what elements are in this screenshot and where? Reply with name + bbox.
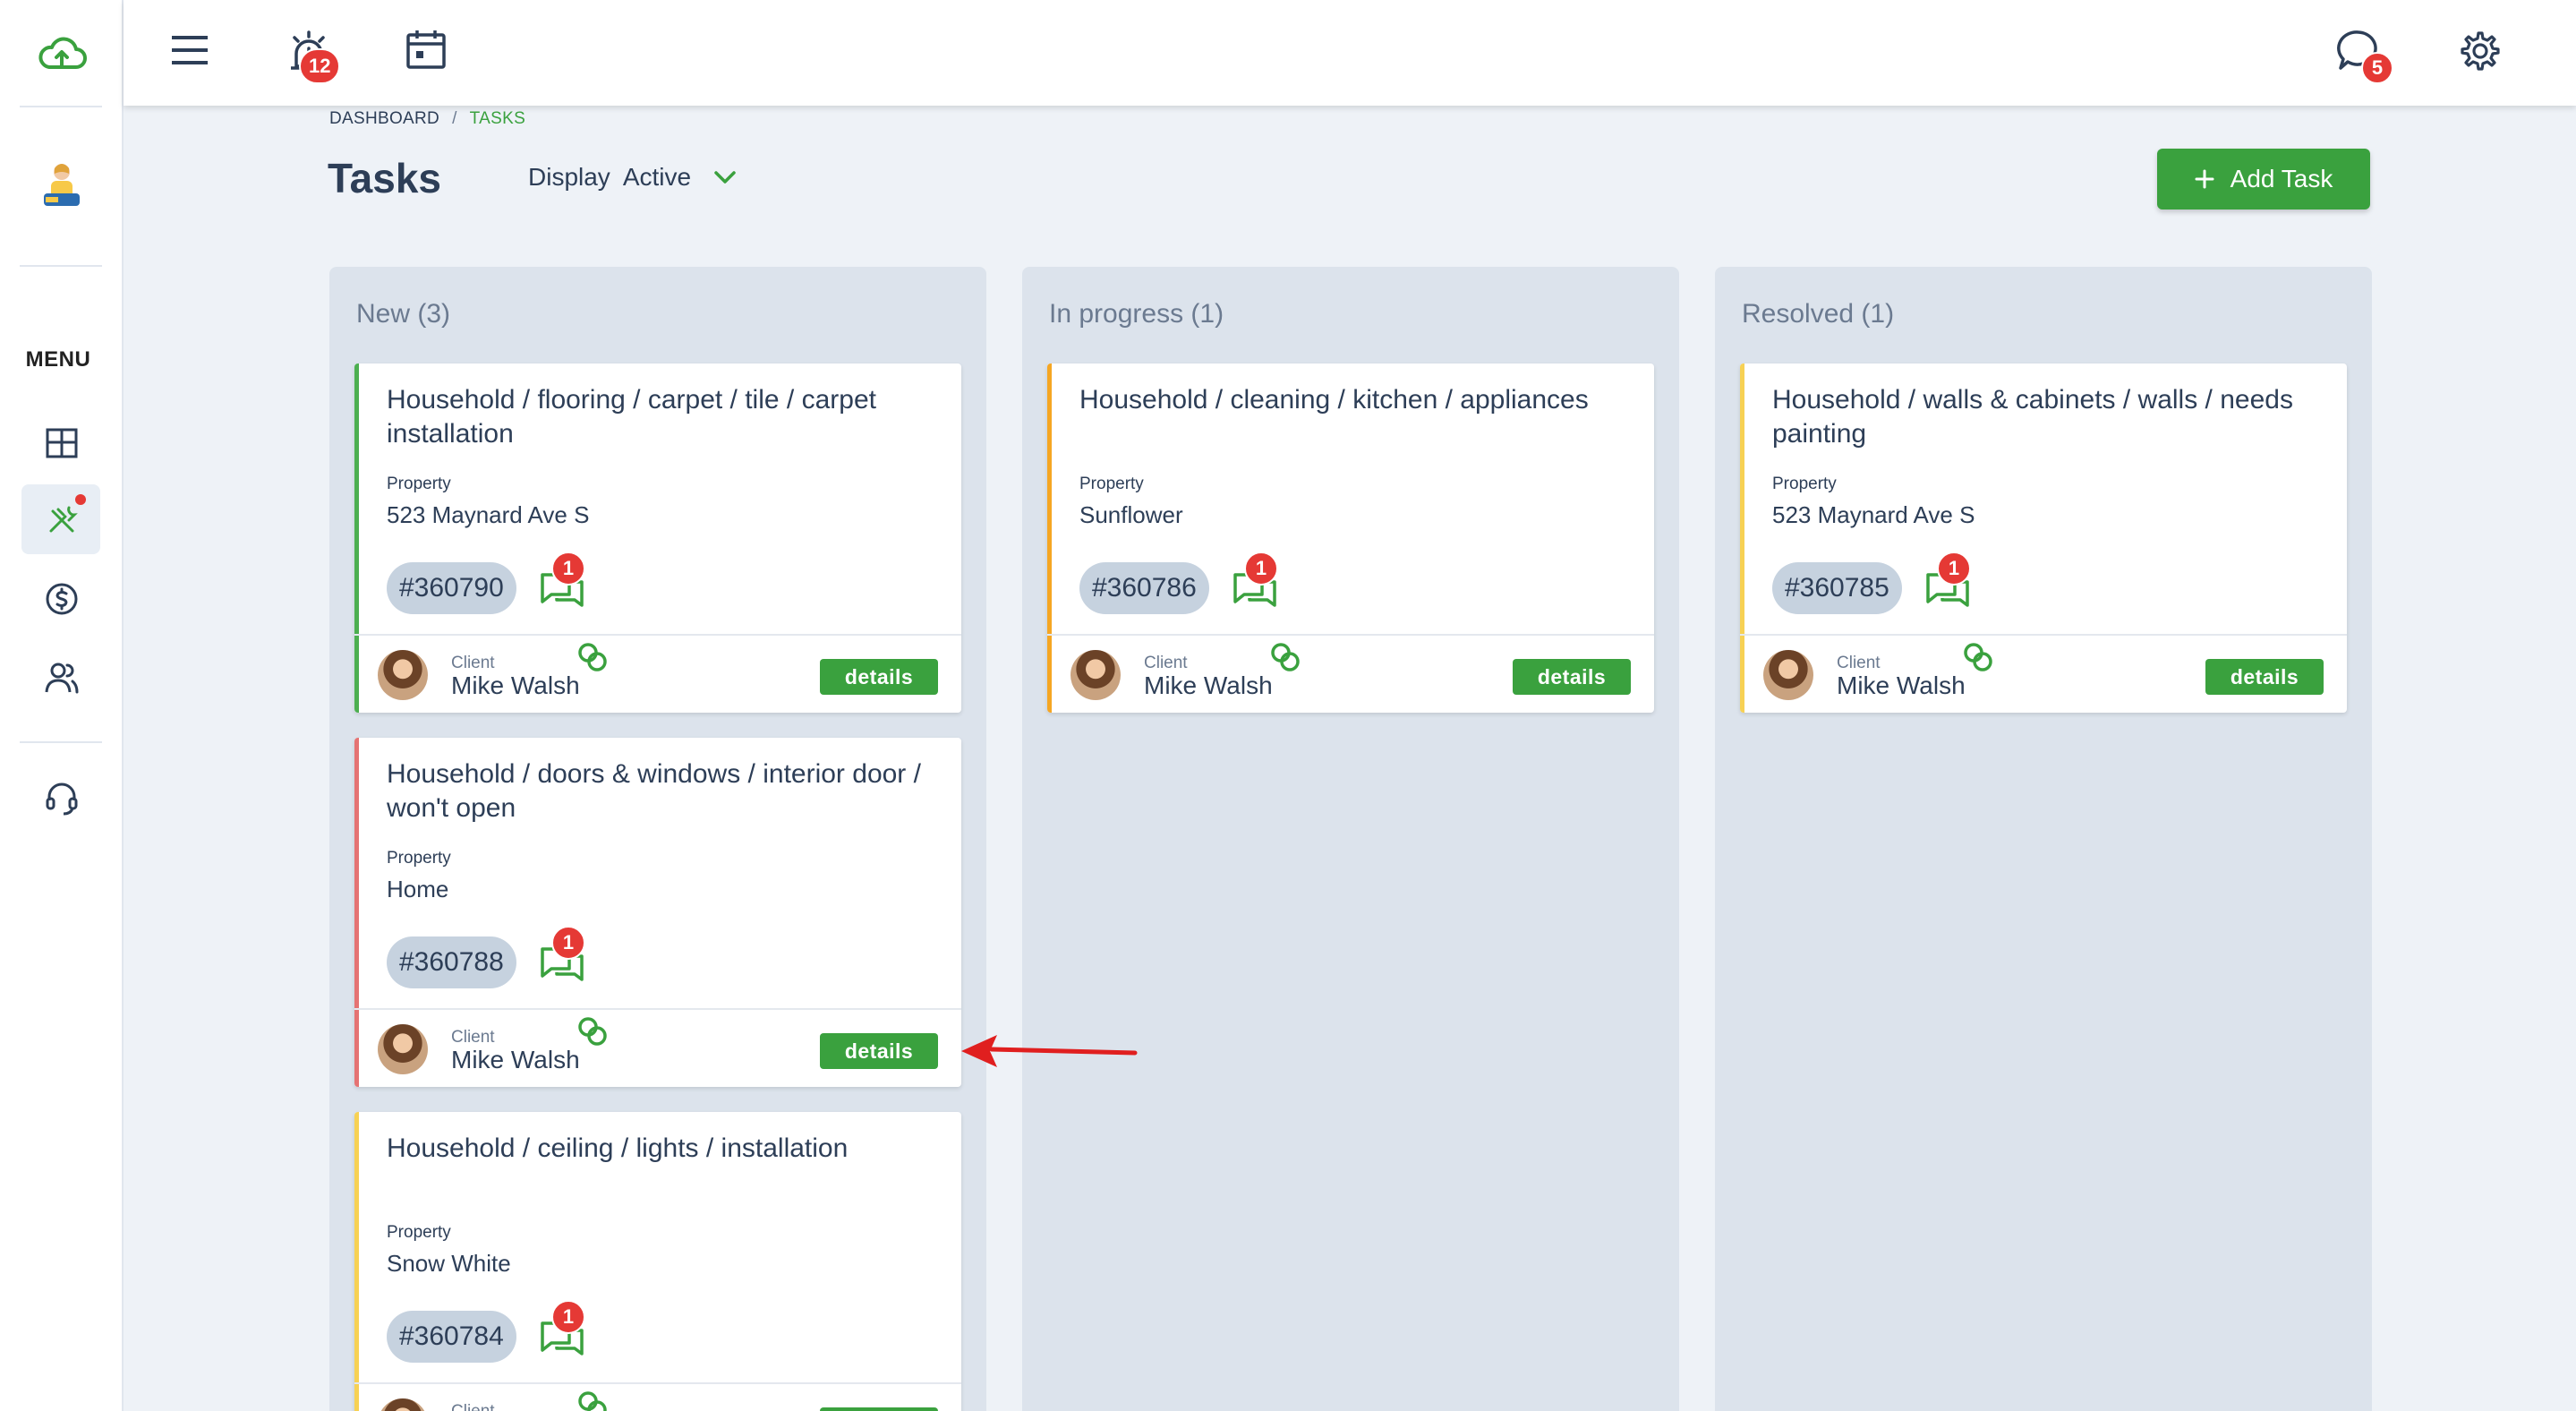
tools-icon[interactable] bbox=[0, 498, 124, 543]
task-title: Household / cleaning / kitchen / applian… bbox=[1079, 385, 1589, 415]
sidebar-divider bbox=[20, 741, 102, 743]
dashboard-icon[interactable] bbox=[0, 421, 124, 466]
card-footer: Client Mike Walsh details bbox=[354, 634, 961, 713]
link-icon bbox=[576, 1390, 609, 1411]
link-icon bbox=[576, 641, 609, 673]
property-label: Property bbox=[387, 849, 451, 868]
page-title: Tasks bbox=[328, 155, 442, 201]
task-id-badge: #360788 bbox=[387, 936, 516, 988]
message-count-badge: 1 bbox=[551, 552, 585, 586]
client-name: Mike Walsh bbox=[1144, 671, 1273, 699]
client-avatar bbox=[378, 650, 428, 700]
details-button[interactable]: details bbox=[820, 659, 938, 695]
column-1: In progress (1) Household / cleaning / k… bbox=[1022, 267, 1679, 1411]
client-label: Client bbox=[451, 654, 495, 672]
column-title: Resolved (1) bbox=[1742, 299, 1895, 329]
users-icon[interactable] bbox=[0, 655, 124, 700]
column-title: New (3) bbox=[356, 299, 451, 329]
display-value: Active bbox=[622, 163, 692, 191]
client-label: Client bbox=[451, 1402, 495, 1411]
breadcrumb-separator: / bbox=[452, 109, 457, 128]
gear-icon[interactable] bbox=[2460, 30, 2501, 72]
property-label: Property bbox=[387, 475, 451, 493]
property-value: Sunflower bbox=[1079, 501, 1183, 528]
property-label: Property bbox=[387, 1223, 451, 1242]
client-avatar bbox=[378, 1398, 428, 1411]
task-id-badge: #360784 bbox=[387, 1311, 516, 1363]
add-task-label: Add Task bbox=[2230, 165, 2333, 192]
card-footer: Client Mike Walsh details bbox=[1047, 634, 1654, 713]
client-name: Mike Walsh bbox=[451, 1046, 580, 1073]
property-value: Home bbox=[387, 876, 449, 902]
add-task-button[interactable]: Add Task bbox=[2157, 149, 2370, 210]
chat-badge: 5 bbox=[2361, 52, 2393, 84]
task-title: Household / flooring / carpet / tile / c… bbox=[387, 385, 876, 449]
alarm-badge: 12 bbox=[299, 48, 341, 84]
annotation-arrow-icon bbox=[961, 1035, 1138, 1067]
breadcrumb-current: TASKS bbox=[469, 109, 526, 128]
client-avatar bbox=[1070, 650, 1121, 700]
breadcrumb-dashboard-link[interactable]: DASHBOARD bbox=[329, 109, 439, 128]
task-card[interactable]: Household / cleaning / kitchen / applian… bbox=[1047, 363, 1654, 713]
card-footer: Client Mike Walsh details bbox=[354, 1382, 961, 1411]
task-title: Household / ceiling / lights / installat… bbox=[387, 1133, 849, 1163]
details-button[interactable]: details bbox=[820, 1407, 938, 1411]
link-icon bbox=[1269, 641, 1301, 673]
column-title: In progress (1) bbox=[1049, 299, 1224, 329]
calendar-icon[interactable] bbox=[405, 27, 448, 72]
cloud-upload-icon[interactable] bbox=[0, 27, 124, 81]
top-bar: 12 5 bbox=[124, 0, 2576, 106]
message-count-badge: 1 bbox=[1244, 552, 1278, 586]
task-card[interactable]: Household / flooring / carpet / tile / c… bbox=[354, 363, 961, 713]
details-button[interactable]: details bbox=[2205, 659, 2324, 695]
property-label: Property bbox=[1772, 475, 1837, 493]
display-filter-dropdown[interactable]: Display Active bbox=[528, 163, 738, 192]
property-value: 523 Maynard Ave S bbox=[1772, 501, 1975, 528]
sidebar-divider bbox=[20, 106, 102, 107]
column-0: New (3) Household / flooring / carpet / … bbox=[329, 267, 986, 1411]
client-label: Client bbox=[1144, 654, 1188, 672]
card-footer: Client Mike Walsh details bbox=[354, 1008, 961, 1087]
client-name: Mike Walsh bbox=[451, 671, 580, 699]
property-value: Snow White bbox=[387, 1250, 511, 1277]
headset-icon[interactable] bbox=[0, 775, 124, 822]
status-bar bbox=[354, 1112, 359, 1411]
client-avatar bbox=[378, 1024, 428, 1074]
sidebar-divider bbox=[20, 265, 102, 267]
client-name: Mike Walsh bbox=[1837, 671, 1966, 699]
card-footer: Client Mike Walsh details bbox=[1740, 634, 2347, 713]
client-avatar bbox=[1763, 650, 1813, 700]
task-id-badge: #360790 bbox=[387, 562, 516, 614]
task-title: Household / walls & cabinets / walls / n… bbox=[1772, 385, 2293, 449]
message-count-badge: 1 bbox=[551, 1300, 585, 1334]
details-button[interactable]: details bbox=[1513, 659, 1631, 695]
details-button[interactable]: details bbox=[820, 1033, 938, 1069]
task-title: Household / doors & windows / interior d… bbox=[387, 759, 921, 823]
sidebar: MENU bbox=[0, 0, 124, 1411]
link-icon bbox=[1962, 641, 1994, 673]
column-2: Resolved (1) Household / walls & cabinet… bbox=[1715, 267, 2372, 1411]
user-avatar[interactable] bbox=[0, 158, 124, 220]
task-card[interactable]: Household / ceiling / lights / installat… bbox=[354, 1112, 961, 1411]
hamburger-menu-icon[interactable] bbox=[170, 30, 209, 70]
menu-label: MENU bbox=[25, 347, 91, 372]
client-label: Client bbox=[1837, 654, 1881, 672]
tools-notification-dot bbox=[75, 494, 86, 505]
client-label: Client bbox=[451, 1028, 495, 1047]
task-card[interactable]: Household / doors & windows / interior d… bbox=[354, 738, 961, 1087]
plus-icon bbox=[2195, 169, 2214, 189]
link-icon bbox=[576, 1015, 609, 1048]
display-label: Display bbox=[528, 163, 610, 191]
dollar-icon[interactable] bbox=[0, 577, 124, 621]
property-value: 523 Maynard Ave S bbox=[387, 501, 590, 528]
property-label: Property bbox=[1079, 475, 1144, 493]
chevron-down-icon bbox=[714, 171, 736, 184]
task-card[interactable]: Household / walls & cabinets / walls / n… bbox=[1740, 363, 2347, 713]
message-count-badge: 1 bbox=[1937, 552, 1971, 586]
breadcrumb: DASHBOARD / TASKS bbox=[329, 109, 525, 129]
message-count-badge: 1 bbox=[551, 926, 585, 960]
task-id-badge: #360786 bbox=[1079, 562, 1209, 614]
task-id-badge: #360785 bbox=[1772, 562, 1902, 614]
